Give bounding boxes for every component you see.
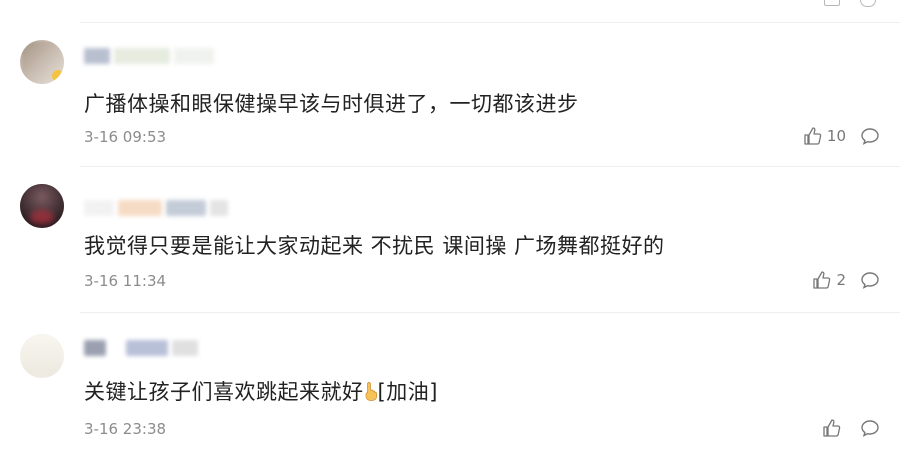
comment-text: 广播体操和眼保健操早该与时俱进了，一切都该进步 xyxy=(84,92,579,116)
comment-time: 3-16 23:38 xyxy=(84,420,167,438)
username[interactable] xyxy=(84,340,198,356)
comment-bubble-icon[interactable] xyxy=(860,418,880,438)
comment-item: 我觉得只要是能让大家动起来 不扰民 课间操 广场舞都挺好的 3-16 11:34… xyxy=(0,166,900,312)
comment-item: 关键让孩子们喜欢跳起来就好 [加油] 3-16 23:38 xyxy=(0,312,900,453)
comment-text: 我觉得只要是能让大家动起来 不扰民 课间操 广场舞都挺好的 xyxy=(84,234,665,258)
sticker-text: [加油] xyxy=(377,380,438,404)
avatar[interactable] xyxy=(20,334,64,378)
comment-actions: 2 xyxy=(812,270,880,290)
comment-text-body: 关键让孩子们喜欢跳起来就好 xyxy=(84,380,364,404)
comment-bubble-icon[interactable] xyxy=(860,126,880,146)
comment-actions: 10 xyxy=(803,126,880,146)
comment-text: 关键让孩子们喜欢跳起来就好 [加油] xyxy=(84,376,438,406)
comment-time: 3-16 09:53 xyxy=(84,128,167,146)
thumbs-up-icon xyxy=(813,271,831,289)
comment-bubble-icon[interactable] xyxy=(860,270,880,290)
badge-icon xyxy=(52,70,64,82)
like-count: 10 xyxy=(826,127,846,145)
username[interactable] xyxy=(84,200,228,216)
comment-item: 广播体操和眼保健操早该与时俱进了，一切都该进步 3-16 09:53 10 xyxy=(0,22,900,166)
comment-bubble-icon[interactable] xyxy=(860,0,876,7)
thumbs-up-icon xyxy=(804,127,822,145)
like-button[interactable]: 10 xyxy=(803,126,846,146)
like-button[interactable]: 2 xyxy=(812,270,846,290)
comment-actions xyxy=(822,418,880,438)
like-count: 2 xyxy=(836,271,846,289)
avatar[interactable] xyxy=(20,184,64,228)
comment-time: 3-16 11:34 xyxy=(84,272,167,290)
username[interactable] xyxy=(84,48,214,64)
pointing-hand-emoji xyxy=(365,382,377,401)
thumbs-up-icon[interactable] xyxy=(824,0,840,6)
previous-comment-actions xyxy=(80,0,900,22)
like-button[interactable] xyxy=(822,418,846,438)
thumbs-up-icon xyxy=(823,419,841,437)
avatar[interactable] xyxy=(20,40,64,84)
